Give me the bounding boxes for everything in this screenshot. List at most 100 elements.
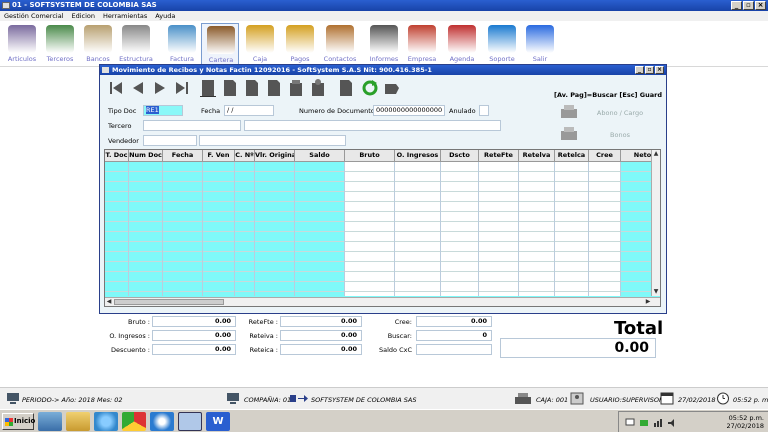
anulado-checkbox[interactable] <box>479 105 489 116</box>
print-doc-icon[interactable] <box>288 79 304 97</box>
chrome-icon[interactable] <box>122 412 146 431</box>
toolbar-cartera-button[interactable]: Cartera <box>201 23 239 65</box>
column-header[interactable]: F. Ven <box>203 150 235 162</box>
delete-doc-icon[interactable] <box>266 79 282 97</box>
column-header[interactable]: ReteFte <box>479 150 519 162</box>
grid-vertical-scrollbar[interactable]: ▲ ▼ <box>651 150 660 296</box>
column-header[interactable]: Vlr. Original <box>255 150 295 162</box>
buscar-field[interactable]: 0 <box>416 330 492 341</box>
network-icon <box>227 393 239 404</box>
first-record-icon[interactable] <box>108 79 124 97</box>
grid-horizontal-scrollbar[interactable]: ◀ ▶ <box>105 297 660 306</box>
grid-column <box>235 162 255 296</box>
taskbar-clock[interactable]: 05:52 p.m. 27/02/2018 <box>727 414 764 430</box>
bruto-label: Bruto : <box>127 318 150 326</box>
column-header[interactable]: Cree <box>589 150 621 162</box>
minimize-button[interactable]: _ <box>731 1 742 10</box>
scroll-up-icon[interactable]: ▲ <box>652 150 660 158</box>
recibos-title: Movimiento de Recibos y Notas Factin 120… <box>112 66 432 74</box>
column-header[interactable]: O. Ingresos <box>395 150 441 162</box>
word-icon[interactable]: W <box>206 412 230 431</box>
next-record-icon[interactable] <box>152 79 168 97</box>
refresh-icon[interactable] <box>362 79 378 97</box>
toolbar-contactos-button[interactable]: Contactos <box>321 23 359 65</box>
toolbar-factura-button[interactable]: Factura <box>163 23 201 65</box>
child-minimize-button[interactable]: _ <box>635 66 644 74</box>
periodo-status: PERIODO-> Año: 2018 Mes: 02 <box>22 396 123 404</box>
toolbar-caja-button[interactable]: Caja <box>241 23 279 65</box>
menu-gestion-comercial[interactable]: Gestión Comercial <box>4 11 63 21</box>
bonos-button[interactable]: Bonos <box>588 131 652 139</box>
softsystem-taskbar-icon[interactable] <box>178 412 202 431</box>
toolbar-agenda-button[interactable]: Agenda <box>443 23 481 65</box>
start-button[interactable]: Inicio <box>2 413 36 430</box>
menu-bar: Gestión Comercial Edicion Herramientas A… <box>0 11 768 21</box>
edit-doc-icon[interactable] <box>222 79 238 97</box>
column-header[interactable]: T. Doc <box>105 150 129 162</box>
battery-tray-icon[interactable] <box>639 418 649 428</box>
menu-herramientas[interactable]: Herramientas <box>103 11 147 21</box>
column-header[interactable]: Dscto <box>441 150 479 162</box>
network-tray-icon[interactable] <box>653 418 663 428</box>
cash-register-icon <box>515 393 531 404</box>
explorer-icon[interactable] <box>66 412 90 431</box>
clock-time: 05:52 p.m. <box>728 414 764 422</box>
vendedor-code-field[interactable] <box>143 135 197 146</box>
restore-button[interactable]: ▫ <box>743 1 754 10</box>
toolbar-estructura-button[interactable]: Estructura <box>117 23 155 65</box>
prev-record-icon[interactable] <box>130 79 146 97</box>
column-header[interactable]: Num Doc <box>129 150 163 162</box>
tercero-name-field[interactable] <box>244 120 501 131</box>
fecha-field[interactable]: / / <box>224 105 274 116</box>
column-header[interactable]: Saldo <box>295 150 345 162</box>
toolbar-informes-button[interactable]: Informes <box>365 23 403 65</box>
menu-ayuda[interactable]: Ayuda <box>155 11 175 21</box>
toolbar-bancos-button[interactable]: Bancos <box>79 23 117 65</box>
save-doc-icon[interactable] <box>338 79 354 97</box>
new-doc-icon[interactable] <box>200 79 216 97</box>
store-icon <box>168 25 196 53</box>
toolbar-pagos-button[interactable]: Pagos <box>281 23 319 65</box>
export-icon[interactable] <box>384 79 400 97</box>
scroll-left-icon[interactable]: ◀ <box>105 298 113 306</box>
computer-icon <box>7 393 19 404</box>
documents-grid[interactable]: T. Doc Num Doc Fecha F. Ven C. Nº Vlr. Origin… <box>104 149 661 307</box>
tercero-code-field[interactable] <box>143 120 241 131</box>
close-button[interactable]: × <box>755 1 766 10</box>
scroll-thumb[interactable] <box>114 299 224 305</box>
abono-cargo-button[interactable]: Abono / Cargo <box>588 109 652 117</box>
flag-tray-icon[interactable] <box>625 418 635 428</box>
app-icon-blue[interactable] <box>150 412 174 431</box>
ie-icon[interactable] <box>94 412 118 431</box>
column-header[interactable]: C. Nº <box>235 150 255 162</box>
grid-column <box>129 162 163 296</box>
volume-tray-icon[interactable] <box>667 418 677 428</box>
menu-edicion[interactable]: Edicion <box>71 11 95 21</box>
vendedor-name-field[interactable] <box>199 135 346 146</box>
start-label: Inicio <box>14 417 36 425</box>
scroll-down-icon[interactable]: ▼ <box>652 288 660 296</box>
show-desktop-icon[interactable] <box>38 412 62 431</box>
tercero-label: Tercero <box>108 122 132 130</box>
toolbar-empresa-button[interactable]: Empresa <box>403 23 441 65</box>
teamviewer-icon <box>488 25 516 53</box>
numero-doc-field[interactable]: 0000000000000000 <box>373 105 445 116</box>
toolbar-salir-button[interactable]: Salir <box>521 23 559 65</box>
toolbar-terceros-button[interactable]: Terceros <box>41 23 79 65</box>
copy-doc-icon[interactable] <box>244 79 260 97</box>
column-header[interactable]: Retelva <box>519 150 555 162</box>
column-header[interactable]: Fecha <box>163 150 203 162</box>
child-close-button[interactable]: × <box>655 66 664 74</box>
attach-doc-icon[interactable] <box>310 79 326 97</box>
grid-column <box>105 162 129 296</box>
scroll-right-icon[interactable]: ▶ <box>644 298 652 306</box>
abono-cargo-icon <box>561 105 577 118</box>
column-header[interactable]: Bruto <box>345 150 395 162</box>
column-header[interactable]: Retelca <box>555 150 589 162</box>
last-record-icon[interactable] <box>174 79 190 97</box>
toolbar-soporte-button[interactable]: Soporte <box>483 23 521 65</box>
child-restore-button[interactable]: ▫ <box>645 66 654 74</box>
briefcase-icon <box>207 26 235 54</box>
toolbar-articulos-button[interactable]: Articulos <box>3 23 41 65</box>
tipo-doc-field[interactable]: RE1 <box>143 105 183 116</box>
